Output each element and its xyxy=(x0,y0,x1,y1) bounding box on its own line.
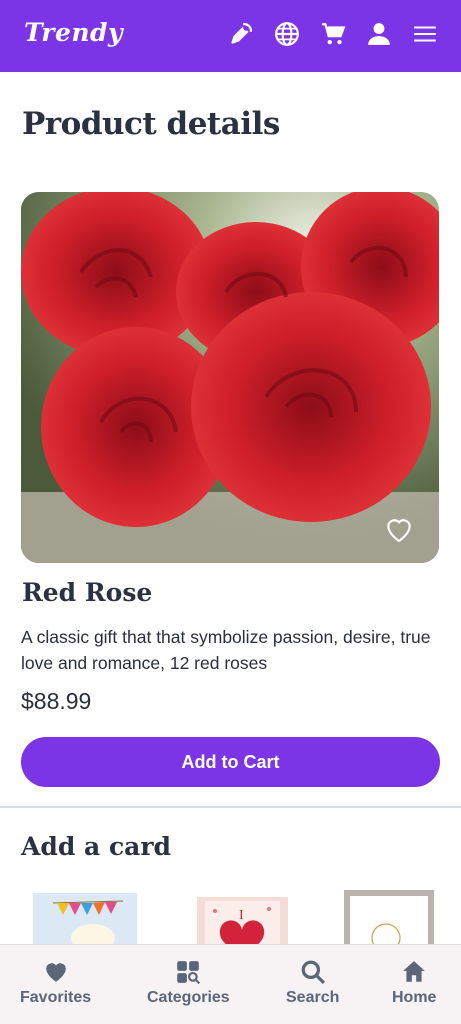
nav-label-categories: Categories xyxy=(147,989,230,1006)
page-title: Product details xyxy=(22,106,280,142)
nav-label-favorites: Favorites xyxy=(20,989,92,1006)
product-price: $88.99 xyxy=(21,688,92,714)
app-logo[interactable]: Trendy xyxy=(24,18,123,47)
heart-icon xyxy=(45,963,66,982)
nav-label-search: Search xyxy=(286,989,340,1006)
cart-icon[interactable] xyxy=(319,20,347,48)
nav-item-favorites[interactable]: Favorites xyxy=(20,959,91,1007)
menu-icon[interactable] xyxy=(411,20,439,48)
header-actions xyxy=(227,20,439,48)
home-icon xyxy=(403,961,426,982)
heart-outline-icon[interactable] xyxy=(383,513,415,545)
user-icon[interactable] xyxy=(365,20,393,48)
globe-icon[interactable] xyxy=(273,20,301,48)
app-header: Trendy xyxy=(0,0,461,72)
svg-text:I: I xyxy=(239,908,244,923)
categories-icon xyxy=(177,961,201,985)
nav-item-categories[interactable]: Categories xyxy=(147,959,230,1007)
nav-label-home: Home xyxy=(392,989,437,1006)
product-description: A classic gift that that symbolize passi… xyxy=(21,627,431,673)
product-name: Red Rose xyxy=(22,578,153,607)
bottom-navigation: Favorites Categories Search Home xyxy=(0,944,461,1024)
logo-text: Trendy xyxy=(24,18,124,47)
add-card-title: Add a card xyxy=(21,832,172,861)
nav-item-home[interactable]: Home xyxy=(392,959,436,1007)
promo-icon[interactable] xyxy=(227,20,255,48)
nav-item-search[interactable]: Search xyxy=(286,959,339,1007)
search-icon xyxy=(301,960,325,984)
product-image xyxy=(21,192,439,563)
add-to-cart-button[interactable]: Add to Cart xyxy=(21,737,440,787)
section-divider xyxy=(0,806,461,808)
roses-photo xyxy=(21,192,439,563)
framed-card[interactable] xyxy=(344,890,434,950)
